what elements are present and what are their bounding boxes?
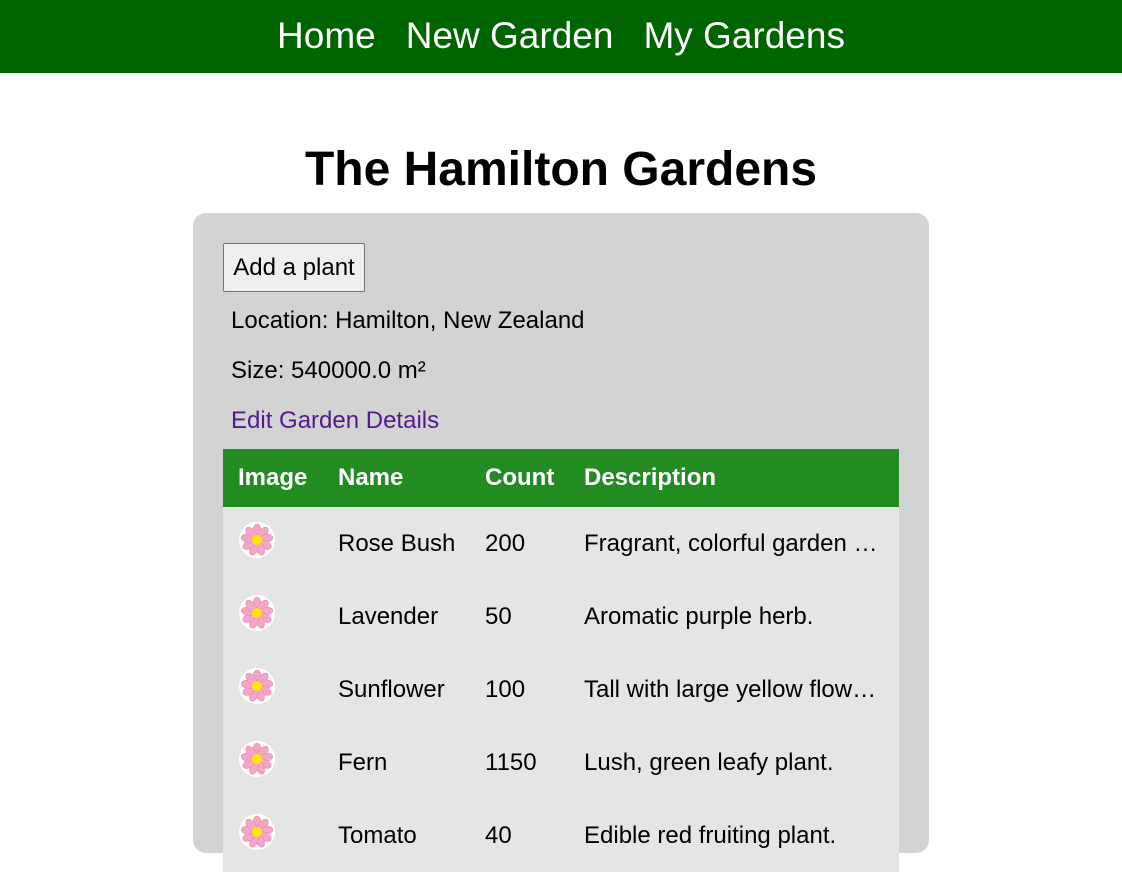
flower-icon — [238, 740, 276, 778]
plants-table: Image Name Count Description Rose Bush 20… — [223, 449, 899, 872]
garden-location: Location: Hamilton, New Zealand — [231, 307, 585, 334]
add-plant-button[interactable]: Add a plant — [223, 243, 365, 292]
plant-description: Fragrant, colorful garden … — [584, 529, 878, 557]
plant-name: Fern — [338, 748, 388, 776]
plant-count: 100 — [485, 675, 526, 703]
header-name: Name — [338, 464, 404, 491]
plant-count: 40 — [485, 821, 512, 849]
table-header-row: Image Name Count Description — [223, 449, 899, 507]
flower-icon — [238, 594, 276, 632]
plant-name: Sunflower — [338, 675, 445, 703]
plant-image-cell — [223, 507, 323, 580]
page-title: The Hamilton Gardens — [304, 143, 818, 196]
plant-count: 50 — [485, 602, 512, 630]
plant-image-cell — [223, 799, 323, 872]
flower-icon — [238, 667, 276, 705]
nav-new-garden-link[interactable]: New Garden — [406, 17, 614, 56]
plant-description: Tall with large yellow flow… — [584, 675, 877, 703]
header-count: Count — [485, 464, 555, 491]
table-row: Tomato 40 Edible red fruiting plant. — [223, 799, 899, 872]
plant-count: 1150 — [485, 748, 537, 776]
edit-garden-details-link[interactable]: Edit Garden Details — [231, 407, 439, 435]
plant-name: Tomato — [338, 821, 417, 849]
plant-description: Edible red fruiting plant. — [584, 821, 837, 849]
flower-icon — [238, 521, 276, 559]
garden-card: Add a plant Location: Hamilton, New Zeal… — [193, 213, 929, 872]
nav-home-link[interactable]: Home — [277, 17, 376, 56]
nav-my-gardens-link[interactable]: My Gardens — [643, 17, 845, 56]
table-row: Lavender 50 Aromatic purple herb. — [223, 580, 899, 653]
plant-image-cell — [223, 653, 323, 726]
garden-size: Size: 540000.0 m² — [231, 357, 426, 384]
top-nav: Home New Garden My Gardens — [0, 0, 1122, 73]
table-row: Sunflower 100 Tall with large yellow flow… — [223, 653, 899, 726]
header-image: Image — [238, 464, 308, 491]
table-row: Fern 1150 Lush, green leafy plant. — [223, 726, 899, 799]
plant-image-cell — [223, 726, 323, 799]
header-description: Description — [584, 464, 717, 491]
plant-description: Aromatic purple herb. — [584, 602, 814, 630]
plant-name: Rose Bush — [338, 529, 456, 557]
plant-count: 200 — [485, 529, 526, 557]
plant-image-cell — [223, 580, 323, 653]
plant-name: Lavender — [338, 602, 439, 630]
flower-icon — [238, 813, 276, 851]
table-row: Rose Bush 200 Fragrant, colorful garden … — [223, 507, 899, 580]
plant-description: Lush, green leafy plant. — [584, 748, 834, 776]
